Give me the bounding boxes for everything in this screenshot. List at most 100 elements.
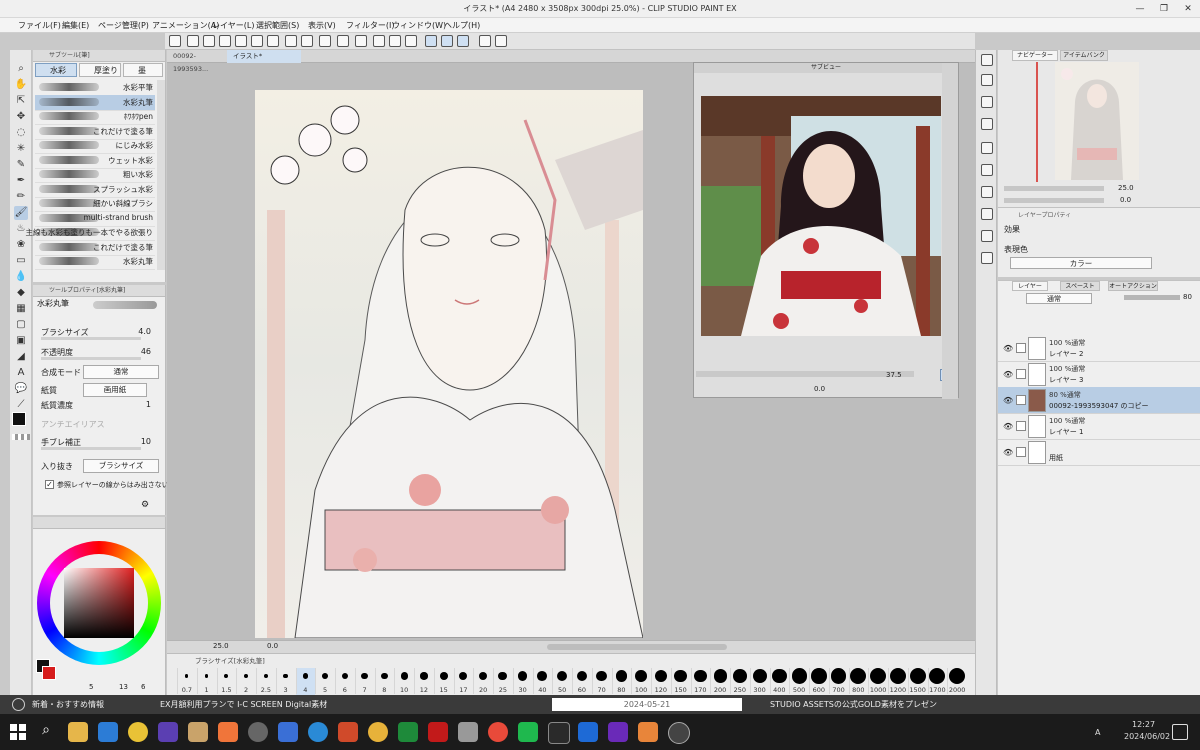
- brush-size-dot[interactable]: [556, 670, 568, 682]
- brush-size-dot[interactable]: [204, 674, 209, 678]
- move-layer-tool-icon[interactable]: ✥: [14, 110, 28, 124]
- stabilization-row[interactable]: 手ブレ補正 10: [37, 435, 161, 450]
- deselect-icon[interactable]: [373, 35, 385, 47]
- notification-icon[interactable]: [1172, 724, 1188, 740]
- redo-icon[interactable]: [301, 35, 313, 47]
- layer-search-icon[interactable]: [981, 118, 993, 130]
- windows-start-icon[interactable]: [8, 722, 28, 742]
- menu-edit[interactable]: 編集(E): [62, 20, 89, 31]
- close-button[interactable]: ✕: [1178, 2, 1198, 16]
- tab-navigator[interactable]: ナビゲーター: [1012, 50, 1058, 61]
- news-label[interactable]: 新着・おすすめ情報: [32, 698, 104, 711]
- app-icon-12[interactable]: [608, 722, 628, 742]
- tab-item-bank[interactable]: アイテムバンク: [1060, 50, 1108, 61]
- subview-zoom-slider[interactable]: [696, 371, 914, 377]
- reference-layer-row[interactable]: ✓ 参照レイヤーの線からはみ出さない: [37, 478, 169, 492]
- eye-icon[interactable]: 👁: [1003, 422, 1013, 431]
- pen-tool-icon[interactable]: ✒: [14, 174, 28, 188]
- hand-tool-icon[interactable]: ✋: [14, 78, 28, 92]
- brush-size-dot[interactable]: [949, 668, 966, 684]
- transparent-color-swatch[interactable]: [12, 434, 30, 440]
- quick-access-icon[interactable]: [981, 252, 993, 264]
- eraser-tool-icon[interactable]: ▭: [14, 254, 28, 268]
- brush-size-dot[interactable]: [243, 673, 249, 679]
- invert-selection-icon[interactable]: [389, 35, 401, 47]
- brush-size-dot[interactable]: [459, 671, 468, 681]
- brush-size-value[interactable]: 4.0: [138, 327, 151, 336]
- brush-size-dot[interactable]: [830, 668, 847, 684]
- lasso-tool-icon[interactable]: ◌: [14, 126, 28, 140]
- subview-toggle-icon[interactable]: [981, 74, 993, 86]
- stabilization-value[interactable]: 10: [141, 437, 151, 446]
- blend-mode-select[interactable]: 通常: [83, 365, 159, 379]
- navigator-zoom-value[interactable]: 25.0: [1118, 184, 1134, 192]
- settings-icon[interactable]: [479, 35, 491, 47]
- clip-studio-icon[interactable]: [169, 35, 181, 47]
- taper-select[interactable]: ブラシサイズ: [83, 459, 159, 473]
- vix-icon[interactable]: [158, 722, 178, 742]
- save-icon[interactable]: [219, 35, 231, 47]
- search-icon[interactable]: ⌕: [36, 722, 56, 742]
- frame-tool-icon[interactable]: ▣: [14, 334, 28, 348]
- menu-help[interactable]: ヘルプ(H): [444, 20, 480, 31]
- navigator-icon[interactable]: [981, 54, 993, 66]
- app-icon-11[interactable]: [578, 722, 598, 742]
- eye-icon[interactable]: 👁: [1003, 344, 1013, 353]
- new-file-icon[interactable]: [187, 35, 199, 47]
- subtool-tab-ink[interactable]: 墨: [123, 63, 163, 77]
- paper-density-value[interactable]: 1: [146, 400, 151, 409]
- layer-lock-checkbox[interactable]: [1016, 421, 1026, 431]
- undo-icon[interactable]: [285, 35, 297, 47]
- brush-size-dot[interactable]: [283, 673, 289, 679]
- magic-wand-tool-icon[interactable]: ✳: [14, 142, 28, 156]
- gradient-tool-icon[interactable]: ▦: [14, 302, 28, 316]
- app-icon-5[interactable]: [368, 722, 388, 742]
- brush-size-row[interactable]: ブラシサイズ 4.0: [37, 325, 161, 340]
- file-explorer-icon[interactable]: [68, 722, 88, 742]
- timeline-icon[interactable]: [981, 186, 993, 198]
- stabilization-slider[interactable]: [41, 447, 141, 450]
- canvas-zoom-value[interactable]: 25.0: [213, 642, 229, 650]
- snap-grid-icon[interactable]: [457, 35, 469, 47]
- app-icon-6[interactable]: [398, 722, 418, 742]
- eye-icon[interactable]: 👁: [1003, 370, 1013, 379]
- brush-size-dot[interactable]: [733, 669, 747, 683]
- canvas-artwork[interactable]: [255, 90, 643, 638]
- line-icon[interactable]: [518, 722, 538, 742]
- brush-size-dot[interactable]: [576, 670, 588, 682]
- zoom-tool-icon[interactable]: ⌕: [14, 62, 28, 76]
- menu-file[interactable]: ファイル(F): [18, 20, 61, 31]
- brush-list-scrollbar[interactable]: [157, 80, 165, 270]
- layer-row[interactable]: 👁 100 %通常 レイヤー 2: [998, 335, 1200, 362]
- minimize-button[interactable]: —: [1130, 2, 1150, 16]
- brush-size-dot[interactable]: [889, 668, 906, 684]
- app-icon-10[interactable]: [548, 722, 570, 744]
- brush-size-dot[interactable]: [537, 671, 548, 681]
- paper-density-row[interactable]: 紙質濃度 1: [37, 398, 161, 412]
- material-icon[interactable]: [981, 96, 993, 108]
- canvas-horizontal-scrollbar[interactable]: [547, 644, 727, 650]
- brush-size-dot[interactable]: [929, 668, 946, 684]
- copy-icon[interactable]: [267, 35, 279, 47]
- layer-row[interactable]: 👁 100 %通常 レイヤー 3: [998, 361, 1200, 388]
- brush-size-dot[interactable]: [498, 671, 508, 681]
- doc-tab-illust[interactable]: イラスト*: [227, 50, 301, 63]
- brush-size-dot[interactable]: [870, 668, 887, 684]
- paper-texture-row[interactable]: 紙質 画用紙: [37, 383, 161, 397]
- info-icon[interactable]: [981, 164, 993, 176]
- snap-special-ruler-icon[interactable]: [441, 35, 453, 47]
- clip-studio-taskbar-icon[interactable]: [248, 722, 268, 742]
- blend-tool-icon[interactable]: 💧: [14, 270, 28, 284]
- clear-icon[interactable]: [355, 35, 367, 47]
- brush-size-dot[interactable]: [420, 672, 428, 680]
- menu-page[interactable]: ページ管理(P): [98, 20, 149, 31]
- color-panel-sub-swatch[interactable]: [42, 666, 56, 680]
- subview-zoom-value[interactable]: 37.5: [886, 371, 902, 379]
- brush-size-dot[interactable]: [752, 669, 767, 683]
- layer-row[interactable]: 👁 用紙: [998, 439, 1200, 466]
- brush-size-dot[interactable]: [596, 670, 608, 682]
- auto-action-icon[interactable]: [981, 208, 993, 220]
- app-icon-8[interactable]: [458, 722, 478, 742]
- brush-size-dot[interactable]: [772, 668, 787, 684]
- layer-opacity-slider[interactable]: [1124, 295, 1180, 300]
